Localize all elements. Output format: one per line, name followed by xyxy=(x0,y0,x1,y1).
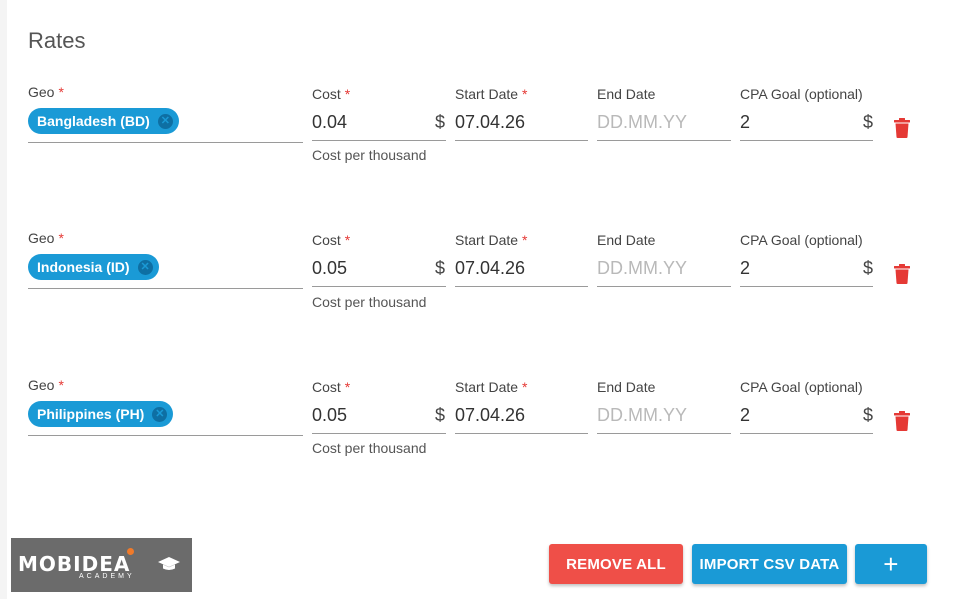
add-rate-button[interactable]: + xyxy=(855,544,927,584)
rate-row: Geo * Bangladesh (BD) ✕ Cost * 0.04 $ Cost… xyxy=(0,84,980,174)
start-date-input[interactable]: 07.04.26 xyxy=(455,112,525,133)
rate-row: Geo * Philippines (PH) ✕ Cost * 0.05 $ Cos… xyxy=(0,377,980,467)
cpa-goal-input[interactable]: 2 xyxy=(740,405,750,426)
cost-field-underline xyxy=(312,286,446,287)
trash-icon[interactable] xyxy=(894,411,910,431)
cpa-goal-label: CPA Goal (optional) xyxy=(740,86,863,102)
logo-subtitle: ACADEMY xyxy=(79,573,135,580)
mobidea-academy-logo: MOBIDEA ACADEMY xyxy=(11,538,192,592)
geo-chip[interactable]: Philippines (PH) ✕ xyxy=(28,401,174,427)
end-date-label: End Date xyxy=(597,232,656,248)
geo-chip-label: Indonesia (ID) xyxy=(37,259,130,275)
cpa-goal-input[interactable]: 2 xyxy=(740,258,750,279)
currency-symbol: $ xyxy=(435,258,446,278)
cost-label: Cost * xyxy=(312,86,351,102)
cost-helper-text: Cost per thousand xyxy=(312,440,427,456)
cost-input[interactable]: 0.05 xyxy=(312,405,347,426)
cpa-goal-underline xyxy=(740,433,873,434)
start-date-label: Start Date * xyxy=(455,379,528,395)
cpa-goal-label: CPA Goal (optional) xyxy=(740,232,863,248)
start-date-label: Start Date * xyxy=(455,232,528,248)
cost-label: Cost * xyxy=(312,379,351,395)
geo-chip-label: Bangladesh (BD) xyxy=(37,113,150,129)
cost-field-underline xyxy=(312,140,446,141)
cpa-goal-input[interactable]: 2 xyxy=(740,112,750,133)
cost-helper-text: Cost per thousand xyxy=(312,147,427,163)
currency-symbol: $ xyxy=(435,112,446,132)
geo-chip[interactable]: Indonesia (ID) ✕ xyxy=(28,254,159,280)
geo-label: Geo * xyxy=(28,377,64,393)
end-date-underline xyxy=(597,140,731,141)
end-date-underline xyxy=(597,433,731,434)
section-title: Rates xyxy=(28,28,86,53)
end-date-input[interactable]: DD.MM.YY xyxy=(597,405,687,426)
import-csv-button[interactable]: IMPORT CSV DATA xyxy=(692,544,847,584)
start-date-underline xyxy=(455,140,588,141)
geo-field-underline xyxy=(28,142,303,143)
close-circle-icon[interactable]: ✕ xyxy=(137,259,153,275)
cost-input[interactable]: 0.05 xyxy=(312,258,347,279)
remove-all-button[interactable]: REMOVE ALL xyxy=(549,544,683,584)
currency-symbol: $ xyxy=(435,405,446,425)
cost-field-underline xyxy=(312,433,446,434)
cpa-goal-label: CPA Goal (optional) xyxy=(740,379,863,395)
cost-label: Cost * xyxy=(312,232,351,248)
end-date-underline xyxy=(597,286,731,287)
start-date-input[interactable]: 07.04.26 xyxy=(455,258,525,279)
end-date-input[interactable]: DD.MM.YY xyxy=(597,258,687,279)
start-date-label: Start Date * xyxy=(455,86,528,102)
start-date-underline xyxy=(455,286,588,287)
cost-helper-text: Cost per thousand xyxy=(312,294,427,310)
currency-symbol: $ xyxy=(863,112,874,132)
currency-symbol: $ xyxy=(863,405,874,425)
start-date-underline xyxy=(455,433,588,434)
close-circle-icon[interactable]: ✕ xyxy=(157,113,173,129)
rate-row: Geo * Indonesia (ID) ✕ Cost * 0.05 $ Cost … xyxy=(0,230,980,320)
trash-icon[interactable] xyxy=(894,264,910,284)
trash-icon[interactable] xyxy=(894,118,910,138)
geo-chip[interactable]: Bangladesh (BD) ✕ xyxy=(28,108,179,134)
currency-symbol: $ xyxy=(863,258,874,278)
end-date-input[interactable]: DD.MM.YY xyxy=(597,112,687,133)
geo-field-underline xyxy=(28,435,303,436)
graduation-cap-icon xyxy=(158,557,180,570)
start-date-input[interactable]: 07.04.26 xyxy=(455,405,525,426)
geo-field-underline xyxy=(28,288,303,289)
cost-input[interactable]: 0.04 xyxy=(312,112,347,133)
geo-label: Geo * xyxy=(28,84,64,100)
cpa-goal-underline xyxy=(740,140,873,141)
close-circle-icon[interactable]: ✕ xyxy=(152,406,168,422)
cpa-goal-underline xyxy=(740,286,873,287)
end-date-label: End Date xyxy=(597,379,656,395)
rates-page: Rates Geo * Bangladesh (BD) ✕ Cost * 0.04 … xyxy=(0,0,980,599)
end-date-label: End Date xyxy=(597,86,656,102)
geo-label: Geo * xyxy=(28,230,64,246)
geo-chip-label: Philippines (PH) xyxy=(37,406,145,422)
